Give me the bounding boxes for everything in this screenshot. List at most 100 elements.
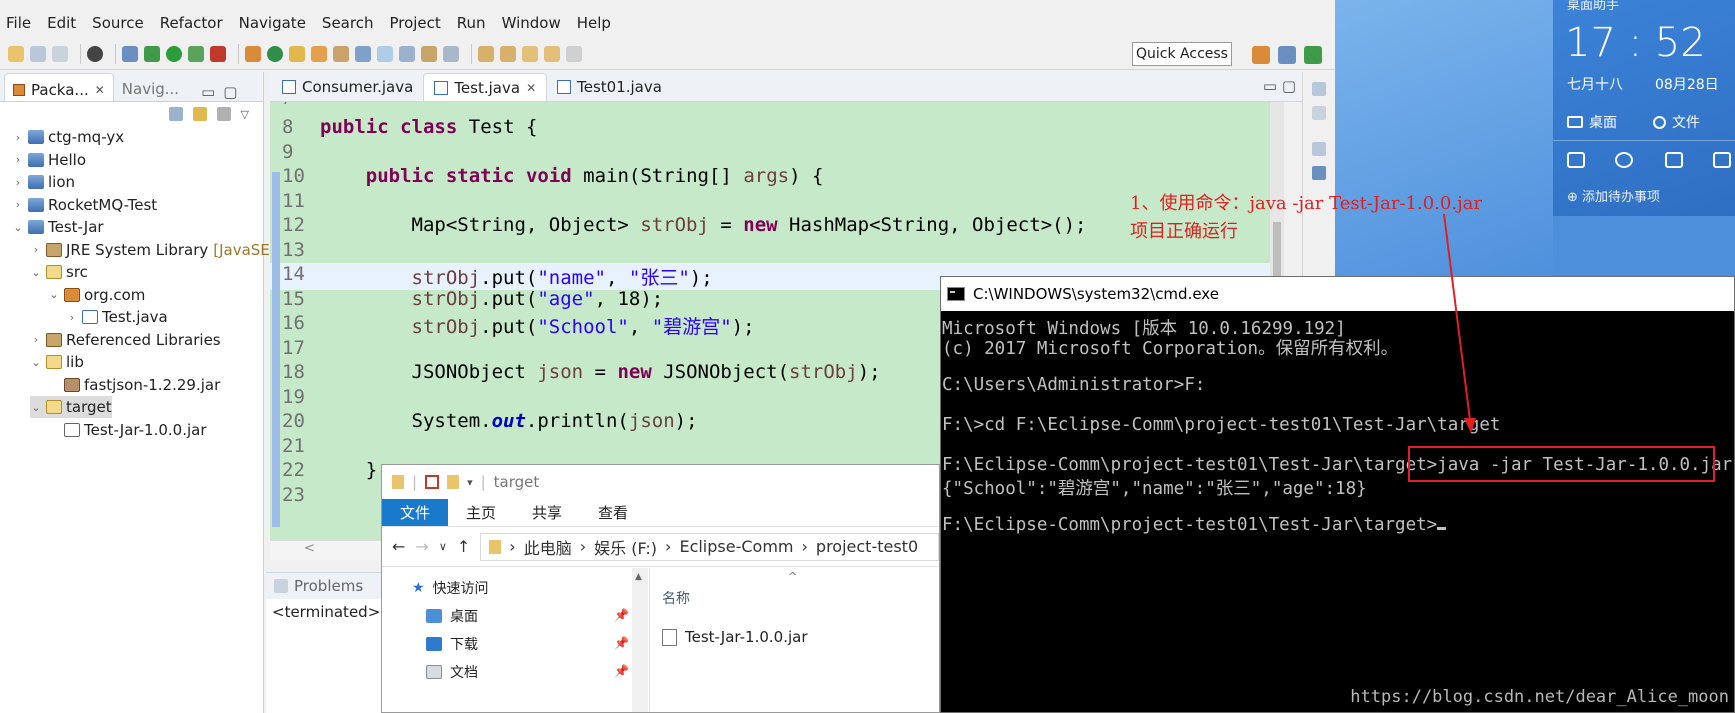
- address-bar[interactable]: › 此电脑 › 娱乐 (F:) › Eclipse-Comm › project…: [480, 532, 939, 561]
- nav-desktop[interactable]: 桌面: [426, 604, 478, 628]
- forward-disabled-icon[interactable]: [566, 45, 582, 62]
- recent-locations-icon[interactable]: ∨: [439, 540, 447, 553]
- toggle-highlight-icon[interactable]: [377, 45, 393, 62]
- menu-window[interactable]: Window: [502, 14, 561, 32]
- minimize-icon[interactable]: ▭ ▢: [1263, 77, 1296, 95]
- tree-item[interactable]: ⌄ src: [30, 261, 88, 283]
- search-icon[interactable]: [333, 45, 349, 62]
- link-editor-icon[interactable]: [192, 107, 207, 121]
- run-icon[interactable]: [166, 45, 182, 62]
- maximize-icon[interactable]: ▢: [223, 83, 237, 101]
- tree-item[interactable]: fastjson-1.2.29.jar: [48, 374, 220, 396]
- profile-icon[interactable]: [87, 45, 103, 62]
- minimize-icon[interactable]: ▭: [201, 83, 215, 101]
- prev-annotation-icon[interactable]: [500, 45, 516, 62]
- up-arrow-icon[interactable]: ↑: [457, 537, 470, 556]
- breadcrumb-eclipse-comm[interactable]: Eclipse-Comm: [679, 537, 793, 556]
- file-button[interactable]: 文件: [1653, 112, 1700, 132]
- skip-breakpoints-icon[interactable]: [122, 45, 138, 62]
- open-task-icon[interactable]: [311, 45, 327, 62]
- outline-icon[interactable]: [1312, 82, 1326, 96]
- eye-icon[interactable]: [1615, 152, 1633, 168]
- debug-perspective-icon[interactable]: [1304, 46, 1322, 64]
- restore-icon[interactable]: [1312, 142, 1326, 156]
- menu-refactor[interactable]: Refactor: [160, 14, 223, 32]
- column-header-name[interactable]: 名称: [662, 588, 690, 608]
- chevron-down-icon[interactable]: ⌄: [48, 288, 60, 301]
- chevron-right-icon[interactable]: ›: [12, 131, 24, 144]
- pin-icon[interactable]: 📌: [614, 636, 629, 650]
- menu-navigate[interactable]: Navigate: [239, 14, 306, 32]
- tab-test01-java[interactable]: Test01.java: [547, 73, 672, 101]
- java-perspective-icon[interactable]: [1278, 46, 1296, 64]
- focus-icon[interactable]: [216, 107, 231, 121]
- tree-item[interactable]: ⌄ org.com: [48, 284, 145, 306]
- nav-downloads[interactable]: 下载: [426, 632, 478, 656]
- pin-icon[interactable]: 📌: [614, 664, 629, 678]
- tab-navigator[interactable]: Navig...: [114, 73, 187, 101]
- chevron-down-icon[interactable]: ▾: [467, 476, 473, 489]
- view-menu-icon[interactable]: ▽: [241, 108, 249, 121]
- nav-pane-scrollbar[interactable]: ▲: [632, 568, 648, 712]
- close-icon[interactable]: ✕: [95, 83, 105, 97]
- ribbon-tab-view[interactable]: 查看: [580, 499, 646, 526]
- tree-item[interactable]: › RocketMQ-Test: [12, 194, 157, 216]
- ribbon-tab-share[interactable]: 共享: [514, 499, 580, 526]
- task-list-icon[interactable]: [1312, 106, 1326, 120]
- ribbon-tab-file[interactable]: 文件: [382, 499, 449, 526]
- tree-item[interactable]: ⌄ target: [30, 396, 112, 418]
- tab-consumer-java[interactable]: Consumer.java: [272, 73, 423, 101]
- close-icon[interactable]: ✕: [526, 81, 536, 95]
- tree-item[interactable]: › lion: [12, 171, 75, 193]
- new-package-icon[interactable]: [245, 45, 261, 62]
- new-class-icon[interactable]: [267, 45, 283, 62]
- pilcrow-icon[interactable]: [443, 45, 459, 62]
- chevron-down-icon[interactable]: ⌄: [12, 221, 24, 234]
- chevron-right-icon[interactable]: ›: [30, 243, 42, 256]
- forward-arrow-icon[interactable]: →: [415, 537, 428, 556]
- breadcrumb-drive[interactable]: 娱乐 (F:): [594, 535, 657, 559]
- debug-icon[interactable]: [144, 45, 160, 62]
- open-type-icon[interactable]: [289, 45, 305, 62]
- toggle-mark-icon[interactable]: [355, 45, 371, 62]
- tree-item[interactable]: ⌄ Test-Jar: [12, 216, 103, 238]
- tree-item[interactable]: ⌄ lib: [30, 351, 83, 373]
- save-icon[interactable]: [30, 45, 46, 62]
- chevron-down-icon[interactable]: ⌄: [30, 356, 42, 369]
- pin-icon[interactable]: 📌: [614, 608, 629, 622]
- forward-icon[interactable]: [544, 45, 560, 62]
- note-icon[interactable]: [1665, 152, 1683, 168]
- menu-run[interactable]: Run: [457, 14, 486, 32]
- chevron-down-icon[interactable]: ⌄: [30, 401, 42, 414]
- new-folder-icon[interactable]: [447, 475, 460, 489]
- nav-quick-access[interactable]: ★ 快速访问: [412, 576, 489, 600]
- breadcrumb-pc[interactable]: 此电脑: [524, 535, 572, 559]
- add-todo-button[interactable]: ⊕ 添加待办事项: [1567, 186, 1660, 205]
- chevron-down-icon[interactable]: ⌄: [30, 266, 42, 279]
- cmd-console[interactable]: Microsoft Windows [版本 10.0.16299.192] (c…: [941, 311, 1734, 712]
- back-arrow-icon[interactable]: ←: [392, 537, 405, 556]
- menu-project[interactable]: Project: [389, 14, 440, 32]
- file-item[interactable]: Test-Jar-1.0.0.jar: [662, 628, 807, 646]
- external-tools-icon[interactable]: [210, 45, 226, 62]
- tree-item[interactable]: › JRE System Library [JavaSE: [30, 239, 270, 261]
- chevron-right-icon[interactable]: ›: [12, 153, 24, 166]
- menu-edit[interactable]: Edit: [47, 14, 76, 32]
- nav-documents[interactable]: 文档: [426, 660, 478, 684]
- tree-item[interactable]: Test-Jar-1.0.0.jar: [48, 419, 206, 441]
- chevron-right-icon[interactable]: ›: [30, 333, 42, 346]
- next-annotation-icon[interactable]: [478, 45, 494, 62]
- new-icon[interactable]: [8, 45, 24, 62]
- coverage-icon[interactable]: [188, 45, 204, 62]
- properties-icon[interactable]: [425, 475, 440, 489]
- hierarchy-icon[interactable]: [1312, 166, 1326, 180]
- back-icon[interactable]: [522, 45, 538, 62]
- tab-test-java[interactable]: Test.java ✕: [423, 73, 548, 101]
- tab-problems[interactable]: Problems: [294, 577, 363, 595]
- tree-item[interactable]: › Test.java: [66, 306, 168, 328]
- menu-search[interactable]: Search: [322, 14, 374, 32]
- tree-item[interactable]: › Hello: [12, 149, 86, 171]
- chevron-right-icon[interactable]: ›: [66, 311, 78, 324]
- breadcrumb-project[interactable]: project-test0: [816, 537, 918, 556]
- save-all-icon[interactable]: [52, 45, 68, 62]
